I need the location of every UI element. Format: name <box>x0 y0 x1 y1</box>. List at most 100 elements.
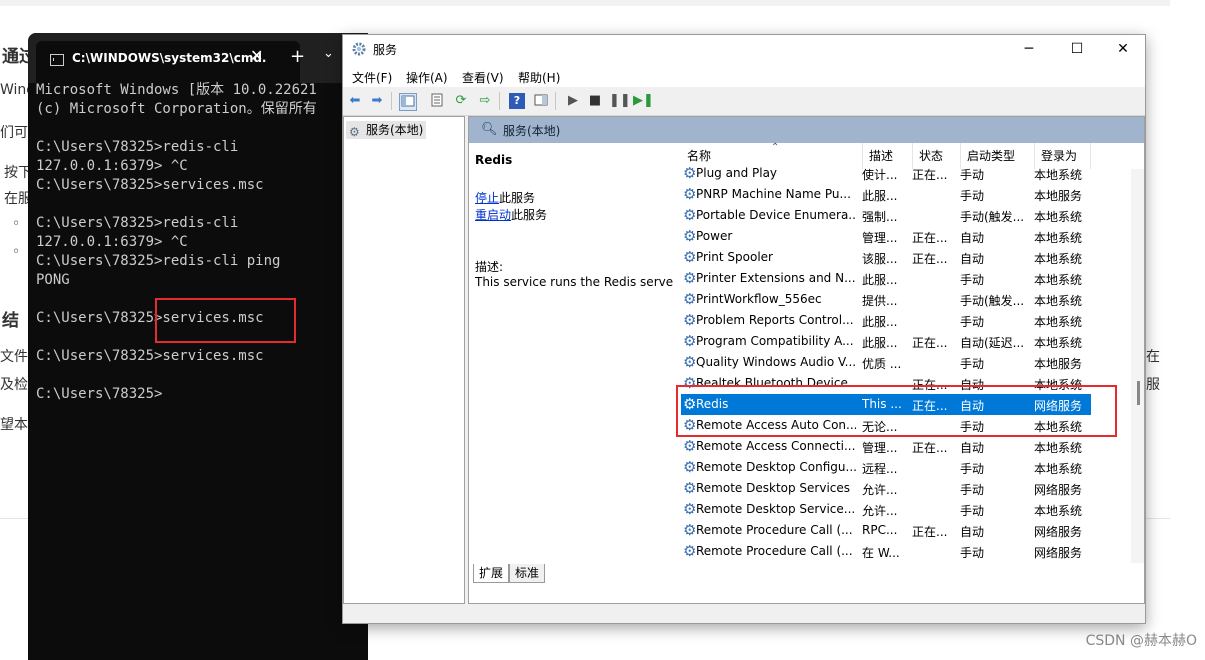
cell-desc: 远程... <box>862 462 898 476</box>
cell-startup: 自动 <box>960 252 985 266</box>
menu-view[interactable]: 查看(V) <box>462 69 504 86</box>
cell-status: 正在... <box>912 252 948 266</box>
table-row[interactable]: ⚙ Plug and Play 使计... 正在... 手动 本地系统 <box>681 163 1091 184</box>
menu-file[interactable]: 文件(F) <box>352 69 392 86</box>
cell-desc: 优质 ... <box>862 357 902 371</box>
vertical-scrollbar[interactable] <box>1131 169 1144 563</box>
table-row[interactable]: ⚙ Portable Device Enumera... 强制... 手动(触发...… <box>681 205 1091 226</box>
bg-heading: 结 <box>2 311 19 331</box>
cell-startup: 手动 <box>960 168 985 182</box>
cell-desc: 此服... <box>862 273 898 287</box>
bg-text: 及检 <box>0 377 28 393</box>
cell-name: Remote Procedure Call (... <box>696 544 853 558</box>
console-tree-icon[interactable] <box>399 93 417 111</box>
cell-logon: 网络服务 <box>1034 546 1083 560</box>
tree-item-services-local[interactable]: ⚙ 服务(本地) <box>346 121 427 139</box>
chevron-down-icon[interactable]: ⌄ <box>323 46 334 61</box>
cmd-icon <box>50 54 64 66</box>
cell-desc: 允许... <box>862 483 898 497</box>
gear-icon <box>351 41 367 57</box>
table-row[interactable]: ⚙ Power 管理... 正在... 自动 本地系统 <box>681 226 1091 247</box>
table-row[interactable]: ⚙ Remote Procedure Call (... RPC... 正在... 自动… <box>681 520 1091 541</box>
export-icon[interactable]: ⇨ <box>477 93 493 109</box>
properties-icon[interactable] <box>429 93 445 109</box>
console-tree: ⚙ 服务(本地) <box>343 116 465 604</box>
new-tab-button[interactable]: + <box>290 46 305 67</box>
menu-action[interactable]: 操作(A) <box>406 69 448 86</box>
table-row[interactable]: ⚙ Printer Extensions and N... 此服... 手动 本地系统 <box>681 268 1091 289</box>
scrollbar-thumb[interactable] <box>1137 381 1140 405</box>
maximize-button[interactable]: ☐ <box>1067 39 1087 59</box>
table-row[interactable]: ⚙ PrintWorkflow_556ec 提供... 手动(触发... 本地系统 <box>681 289 1091 310</box>
cell-logon: 网络服务 <box>1034 525 1083 539</box>
terminal-line: 127.0.0.1:6379> ^C <box>36 158 188 174</box>
cell-name: Print Spooler <box>696 250 773 264</box>
cell-name: Remote Desktop Configu... <box>696 460 856 474</box>
back-icon[interactable]: ⬅ <box>347 93 363 109</box>
selected-service-name: Redis <box>475 153 513 167</box>
bg-text: 服 <box>1146 377 1160 393</box>
pause-icon[interactable]: ❚❚ <box>609 93 631 109</box>
table-row[interactable]: ⚙ Quality Windows Audio V... 优质 ... 手动 本地服务 <box>681 352 1091 373</box>
gear-icon: ⚙ <box>683 164 697 182</box>
start-icon[interactable]: ▶ <box>565 93 581 109</box>
search-icon: 🔍︎ <box>481 122 498 137</box>
bg-text: 文件 <box>0 349 28 365</box>
terminal-window[interactable]: C:\WINDOWS\system32\cmd. ✕ + ⌄ Microsoft… <box>28 33 368 660</box>
title-bar[interactable]: 服务 ─ ☐ ✕ <box>343 35 1145 65</box>
cell-desc: 在 W... <box>862 546 900 560</box>
services-list[interactable]: 名称 ⌃ 描述 状态 启动类型 登录为 ⚙ Plug and Play 使计... 正… <box>674 142 1144 581</box>
cell-logon: 本地系统 <box>1034 441 1083 455</box>
refresh-icon[interactable]: ⟳ <box>453 93 469 109</box>
toolbar-separator <box>391 92 392 110</box>
restart-service-link[interactable]: 重启动 <box>475 208 511 222</box>
gear-icon: ⚙ <box>683 521 697 539</box>
table-row[interactable]: ⚙ Program Compatibility A... 此服... 正在... 自动(… <box>681 331 1091 352</box>
table-row[interactable]: ⚙ Remote Desktop Service... 允许... 手动 本地系统 <box>681 499 1091 520</box>
cell-desc: 该服... <box>862 252 898 266</box>
gear-icon: ⚙ <box>683 311 697 329</box>
cell-startup: 手动 <box>960 462 985 476</box>
cell-name: PrintWorkflow_556ec <box>696 292 822 306</box>
cell-status: 正在... <box>912 525 948 539</box>
toolbar: ⬅ ➡ ⟳ ⇨ ? ▶ ■ ❚❚ ▶❚ <box>343 87 1145 116</box>
close-tab-icon[interactable]: ✕ <box>250 46 263 65</box>
restart-icon[interactable]: ▶❚ <box>633 93 654 109</box>
terminal-line: PONG <box>36 272 70 288</box>
stop-service-line: 停止此服务 <box>475 189 535 206</box>
terminal-tab[interactable]: C:\WINDOWS\system32\cmd. ✕ <box>36 41 300 83</box>
stop-service-link[interactable]: 停止 <box>475 191 499 205</box>
gear-icon: ⚙ <box>683 353 697 371</box>
minimize-button[interactable]: ─ <box>1019 39 1039 59</box>
cell-logon: 本地服务 <box>1034 357 1083 371</box>
cell-name: Remote Procedure Call (... <box>696 523 853 537</box>
menu-help[interactable]: 帮助(H) <box>518 69 560 86</box>
cell-name: Power <box>696 229 733 243</box>
cell-name: Plug and Play <box>696 166 778 180</box>
gear-icon: ⚙ <box>683 332 697 350</box>
table-row[interactable]: ⚙ Remote Procedure Call (... 在 W... 手动 网络服务 <box>681 541 1091 562</box>
help-icon[interactable]: ? <box>509 93 525 109</box>
forward-icon[interactable]: ➡ <box>369 93 385 109</box>
table-row[interactable]: ⚙ PNRP Machine Name Pu... 此服... 手动 本地服务 <box>681 184 1091 205</box>
table-row[interactable]: ⚙ Remote Desktop Configu... 远程... 手动 本地系统 <box>681 457 1091 478</box>
table-row[interactable]: ⚙ Remote Access Connecti... 管理... 正在... 自动 本地… <box>681 436 1091 457</box>
cell-logon: 本地系统 <box>1034 336 1083 350</box>
tab-extended[interactable]: 扩展 <box>473 564 510 583</box>
services-window[interactable]: 服务 ─ ☐ ✕ 文件(F) 操作(A) 查看(V) 帮助(H) ⬅ ➡ ⟳ ⇨… <box>342 34 1146 624</box>
cell-logon: 本地系统 <box>1034 231 1083 245</box>
gear-icon: ⚙ <box>683 437 697 455</box>
cell-logon: 本地系统 <box>1034 273 1083 287</box>
close-button[interactable]: ✕ <box>1113 39 1133 59</box>
table-row[interactable]: ⚙ Remote Desktop Services 允许... 手动 网络服务 <box>681 478 1091 499</box>
stop-icon[interactable]: ■ <box>587 93 603 109</box>
description-label: 描述: <box>475 260 504 274</box>
terminal-output[interactable]: Microsoft Windows [版本 10.0.22621 (c) Micr… <box>36 81 317 404</box>
table-row[interactable]: ⚙ Problem Reports Control... 此服... 手动 本地系统 <box>681 310 1091 331</box>
table-row[interactable]: ⚙ Print Spooler 该服... 正在... 自动 本地系统 <box>681 247 1091 268</box>
tab-standard[interactable]: 标准 <box>509 564 546 583</box>
toolbar-separator <box>499 92 500 110</box>
show-hide-icon[interactable] <box>533 93 549 109</box>
cell-logon: 网络服务 <box>1034 483 1083 497</box>
